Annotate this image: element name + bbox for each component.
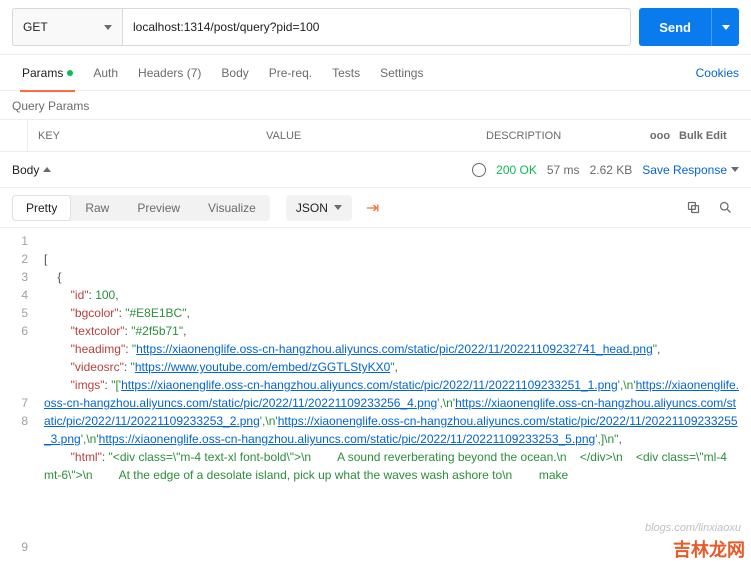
bulk-edit-button[interactable]: Bulk Edit (679, 130, 751, 142)
tab-params[interactable]: Params (12, 55, 83, 91)
kv-header-row: KEY VALUE DESCRIPTION ooo Bulk Edit (0, 120, 751, 152)
watermark-text: 吉林龙网 (673, 541, 745, 559)
view-visualize[interactable]: Visualize (194, 195, 270, 221)
tab-tests[interactable]: Tests (322, 55, 370, 91)
response-time: 57 ms (547, 163, 580, 177)
response-body[interactable]: 123456789 [ { "id": 100, "bgcolor": "#E8… (0, 228, 751, 565)
indicator-dot (67, 70, 73, 76)
view-pretty[interactable]: Pretty (12, 195, 71, 221)
view-raw[interactable]: Raw (71, 195, 123, 221)
tab-headers[interactable]: Headers (7) (128, 55, 211, 91)
code-text: [ { "id": 100, "bgcolor": "#E8E1BC", "te… (0, 228, 751, 488)
chevron-down-icon (334, 205, 342, 210)
http-method-value: GET (23, 20, 48, 34)
wrap-lines-icon[interactable]: ⇥ (366, 198, 379, 218)
cookies-link[interactable]: Cookies (696, 66, 739, 80)
search-icon[interactable] (711, 194, 739, 222)
tab-prereq[interactable]: Pre-req. (259, 55, 322, 91)
tab-settings[interactable]: Settings (370, 55, 433, 91)
chevron-down-icon (722, 25, 730, 30)
tab-auth[interactable]: Auth (83, 55, 128, 91)
format-select[interactable]: JSON (286, 195, 352, 221)
kv-value-header: VALUE (256, 130, 476, 142)
tab-body[interactable]: Body (211, 55, 258, 91)
status-badge: 200 OK (496, 163, 537, 177)
watermark-url: blogs.com/linxiaoxu (645, 519, 741, 537)
url-input[interactable] (122, 8, 631, 46)
globe-icon[interactable] (472, 163, 486, 177)
view-preview[interactable]: Preview (123, 195, 194, 221)
view-mode-segment: Pretty Raw Preview Visualize (12, 195, 270, 221)
kv-key-header: KEY (28, 130, 256, 142)
kv-desc-header: DESCRIPTION (476, 130, 641, 142)
chevron-down-icon (731, 167, 739, 172)
line-gutter: 123456789 (0, 228, 36, 560)
kv-more-button[interactable]: ooo (641, 130, 679, 142)
chevron-down-icon (104, 25, 112, 30)
chevron-icon (43, 167, 51, 172)
response-body-tab[interactable]: Body (12, 163, 39, 177)
http-method-select[interactable]: GET (12, 8, 122, 46)
send-button[interactable]: Send (639, 8, 711, 46)
save-response-button[interactable]: Save Response (642, 163, 739, 177)
query-params-label: Query Params (0, 91, 751, 120)
response-size: 2.62 KB (590, 163, 633, 177)
copy-icon[interactable] (679, 194, 707, 222)
send-dropdown-button[interactable] (711, 8, 739, 46)
